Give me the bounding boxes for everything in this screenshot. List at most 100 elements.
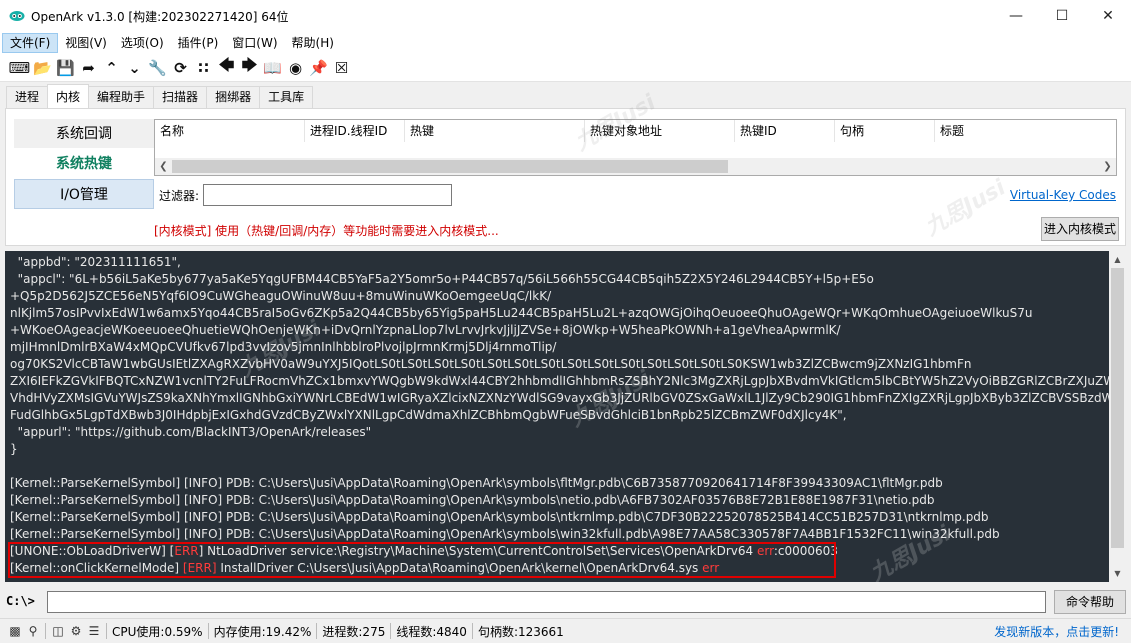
divider (390, 623, 392, 639)
gears-icon[interactable]: ⚙ (67, 624, 85, 638)
update-available-link[interactable]: 发现新版本，点击更新! (994, 623, 1119, 640)
nav-system-hotkeys[interactable]: 系统热键 (14, 149, 154, 179)
hotkey-table[interactable]: 名称 进程ID.线程ID 热键 热键对象地址 热键ID 句柄 标题 ❮ ❯ (154, 119, 1117, 176)
console-line: } (10, 442, 18, 456)
console-line: ZXI6IEFkZGVkIFBQTCxNZW1vcnlTY2FuLFRocmVh… (10, 374, 1109, 388)
virtual-key-codes-link[interactable]: Virtual-Key Codes (1010, 188, 1116, 202)
console-line: [Kernel::ParseKernelSymbol] [INFO] PDB: … (10, 527, 1000, 541)
console-line: +Q5p2D562J5ZCE56eN5Yqf6IO9CuWGheaguOWinu… (10, 289, 552, 303)
nav-io-manager[interactable]: I/O管理 (14, 179, 154, 209)
maximize-icon[interactable]: ☐ (1039, 0, 1085, 32)
menu-window[interactable]: 窗口(W) (225, 33, 284, 53)
kernel-panel: 系统回调 系统热键 I/O管理 名称 进程ID.线程ID 热键 热键对象地址 热… (5, 108, 1126, 246)
export-icon[interactable]: ➦ (77, 57, 100, 79)
close-icon[interactable]: ✕ (1085, 0, 1131, 32)
col-hotkey-id[interactable]: 热键ID (735, 120, 835, 142)
col-name[interactable]: 名称 (155, 120, 305, 142)
scroll-down-icon[interactable]: ▼ (1109, 565, 1126, 582)
toolbar: ⌨ 📂 💾 ➦ ⌃ ⌄ 🔧 ⟳ ∷ 🡄 🡆 📖 ◉ 📌 ☒ (0, 54, 1131, 82)
scroll-left-icon[interactable]: ❮ (155, 158, 172, 175)
search-icon[interactable]: ⚲ (24, 624, 42, 638)
process-count: 进程数:275 (322, 624, 386, 639)
col-pid-tid[interactable]: 进程ID.线程ID (305, 120, 405, 142)
kernel-sidenav: 系统回调 系统热键 I/O管理 (14, 119, 154, 209)
console-icon[interactable]: ⌨ (8, 57, 31, 79)
console-line: [Kernel::ParseKernelSymbol] [INFO] PDB: … (10, 493, 935, 507)
divider (316, 623, 318, 639)
col-hotkey[interactable]: 热键 (405, 120, 585, 142)
console-output[interactable]: "appbd": "202311111651", "appcl": "6L+b5… (5, 251, 1126, 582)
server-icon[interactable]: ☰ (85, 624, 103, 638)
arrow-left-icon[interactable]: 🡄 (215, 56, 238, 79)
status-bar: ▩ ⚲ ◫ ⚙ ☰ CPU使用:0.59% 内存使用:19.42% 进程数:27… (0, 618, 1131, 643)
tab-process[interactable]: 进程 (6, 86, 49, 108)
arrow-up-icon[interactable]: ⌃ (100, 57, 123, 79)
tab-utilities[interactable]: 工具库 (259, 86, 314, 108)
command-prompt: C:\> (6, 594, 35, 608)
filter-row: 过滤器: (159, 184, 453, 206)
menu-plugins[interactable]: 插件(P) (171, 33, 226, 53)
table-header: 名称 进程ID.线程ID 热键 热键对象地址 热键ID 句柄 标题 (155, 120, 1116, 142)
console-line: [Kernel::ParseKernelSymbol] [INFO] PDB: … (10, 510, 989, 524)
console-line: "appbd": "202311111651", (10, 255, 181, 269)
arrow-right-icon[interactable]: 🡆 (238, 56, 261, 79)
pin-icon[interactable]: 📌 (307, 57, 330, 79)
app-logo-icon (9, 11, 25, 21)
open-folder-icon[interactable]: 📂 (31, 57, 54, 79)
menu-options[interactable]: 选项(O) (114, 33, 171, 53)
col-title[interactable]: 标题 (935, 120, 1115, 142)
vscroll-thumb[interactable] (1111, 268, 1124, 548)
col-hotkey-object[interactable]: 热键对象地址 (585, 120, 735, 142)
console-line: og70KS2VlcCBTaW1wbGUsIEtlZXAgRXZvbHV0aW9… (10, 357, 972, 371)
thread-count: 线程数:4840 (396, 624, 467, 639)
col-handle[interactable]: 句柄 (835, 120, 935, 142)
terminal-icon[interactable]: ▩ (6, 624, 24, 638)
scroll-right-icon[interactable]: ❯ (1099, 158, 1116, 175)
filter-label: 过滤器: (159, 188, 200, 203)
console-line: VhdHVyZXMsIGVuYWJsZS9kaXNhYmxlIGNhbGxiYW… (10, 391, 1109, 405)
menu-view[interactable]: 视图(V) (58, 33, 114, 53)
grid-icon[interactable]: ∷ (192, 57, 215, 79)
cpu-usage: CPU使用:0.59% (112, 624, 203, 639)
menu-file[interactable]: 文件(F) (2, 33, 59, 53)
scroll-up-icon[interactable]: ▲ (1109, 251, 1126, 268)
window-title: OpenArk v1.3.0 [构建:202302271420] 64位 (31, 9, 289, 24)
disk-icon[interactable]: ◫ (49, 624, 67, 638)
command-row: C:\> 命令帮助 (0, 589, 1131, 615)
console-line: +WKoeOAgeacjeWKoeeuoeeQhuetieWQhOenjeWKn… (10, 323, 841, 337)
menu-bar: 文件(F) 视图(V) 选项(O) 插件(P) 窗口(W) 帮助(H) (0, 32, 1131, 54)
divider (471, 623, 473, 639)
tab-coder[interactable]: 编程助手 (88, 86, 155, 108)
console-line: "appcl": "6L+b56iL5aKe5by677ya5aKe5YqgUF… (10, 272, 874, 286)
tab-scanner[interactable]: 扫描器 (153, 86, 208, 108)
console-line: "appurl": "https://github.com/BlackINT3/… (10, 425, 372, 439)
menu-help[interactable]: 帮助(H) (285, 33, 341, 53)
close-box-icon[interactable]: ☒ (330, 57, 353, 79)
arrow-down-icon[interactable]: ⌄ (123, 57, 146, 79)
minimize-icon[interactable]: — (993, 0, 1039, 32)
error-highlight-box (8, 542, 836, 578)
title-bar: OpenArk v1.3.0 [构建:202302271420] 64位 — ☐… (0, 0, 1131, 32)
command-help-button[interactable]: 命令帮助 (1054, 590, 1126, 614)
wrench-icon[interactable]: 🔧 (146, 57, 169, 79)
console-line: [Kernel::ParseKernelSymbol] [INFO] PDB: … (10, 476, 943, 490)
console-line: FudGlhbGx5LgpTdXBwb3J0IHdpbjExIGxhdGVzdC… (10, 408, 847, 422)
refresh-icon[interactable]: ⟳ (169, 57, 192, 79)
nav-system-callbacks[interactable]: 系统回调 (14, 119, 154, 149)
save-icon[interactable]: 💾 (54, 57, 77, 79)
console-line: nlKjlm57osIPvvIxEdW1w6amx5Yqo44CB5raI5oG… (10, 306, 1033, 320)
enter-kernel-mode-button[interactable]: 进入内核模式 (1041, 217, 1119, 241)
filter-input[interactable] (203, 184, 453, 206)
book-icon[interactable]: 📖 (261, 57, 284, 79)
console-vscroll[interactable]: ▲ ▼ (1109, 251, 1126, 582)
tab-bundler[interactable]: 捆绑器 (206, 86, 261, 108)
command-input[interactable] (47, 591, 1046, 613)
tab-kernel[interactable]: 内核 (47, 84, 90, 108)
console-text: "appbd": "202311111651", "appcl": "6L+b5… (10, 254, 1109, 577)
hscroll-thumb[interactable] (172, 160, 728, 173)
table-hscroll[interactable]: ❮ ❯ (155, 158, 1116, 175)
record-icon[interactable]: ◉ (284, 57, 307, 79)
memory-usage: 内存使用:19.42% (213, 624, 312, 639)
handle-count: 句柄数:123661 (477, 624, 564, 639)
